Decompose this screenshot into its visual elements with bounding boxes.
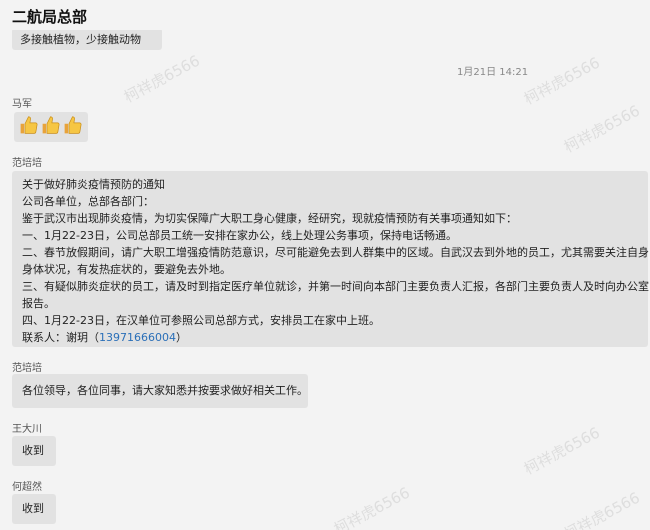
ack-message-2: 收到 (12, 494, 56, 524)
contact-phone-link[interactable]: 13971666004 (99, 331, 176, 344)
notice-line: 公司各单位，总部各部门： (22, 195, 154, 208)
sender-name-fanpeipei: 范培培 (12, 158, 42, 169)
chat-title: 二航局总部 (0, 0, 650, 30)
notice-line: 三、有疑似肺炎症状的员工，请及时到指定医疗单位就诊，并第一时间向本部门主要负责人… (22, 280, 649, 293)
watermark: 柯祥虎6566 (120, 51, 203, 107)
sender-name-hechaoran: 何超然 (12, 482, 42, 493)
thumbs-up-icon (64, 116, 82, 134)
watermark: 柯祥虎6566 (560, 488, 643, 530)
notice-line: 鉴于武汉市出现肺炎疫情，为切实保障广大职工身心健康，经研究，现就疫情预防有关事项… (22, 212, 517, 225)
notice-contact: 联系人：谢玥（13971666004） (22, 329, 648, 346)
message-timestamp: 1月21日 14:21 (457, 67, 529, 78)
contact-label: 联系人：谢玥（ (22, 331, 99, 344)
watermark: 柯祥虎6566 (560, 101, 643, 157)
notice-line: 身体状况，有发热症状的，要避免去外地。 (22, 263, 231, 276)
message-bubble-top: 多接触植物，少接触动物 (12, 28, 162, 50)
thumbs-up-icon (20, 116, 38, 134)
watermark: 柯祥虎6566 (330, 483, 413, 530)
sender-name-majun: 马军 (12, 99, 32, 110)
watermark: 柯祥虎6566 (520, 53, 603, 109)
notice-line: 二、春节放假期间，请广大职工增强疫情防范意识，尽可能避免去到人群集中的区域。自武… (22, 246, 649, 259)
notice-line: 报告。 (22, 297, 55, 310)
thumbs-up-icon (42, 116, 60, 134)
notice-line: 四、1月22-23日，在汉单位可参照公司总部方式，安排员工在家中上班。 (22, 314, 380, 327)
thumbs-up-message (14, 112, 88, 142)
sender-name-fanpeipei-2: 范培培 (12, 363, 42, 374)
notice-line: 关于做好肺炎疫情预防的通知 (22, 178, 165, 191)
ack-message-1: 收到 (12, 436, 56, 466)
sender-name-wangdachuan: 王大川 (12, 424, 42, 435)
notice-line: 一、1月22-23日，公司总部员工统一安排在家办公，线上处理公务事项，保持电话畅… (22, 229, 457, 242)
contact-suffix: ） (175, 331, 187, 344)
reply-message: 各位领导，各位同事，请大家知悉并按要求做好相关工作。 (12, 374, 308, 408)
notice-message: 关于做好肺炎疫情预防的通知 公司各单位，总部各部门： 鉴于武汉市出现肺炎疫情，为… (12, 171, 649, 347)
watermark: 柯祥虎6566 (520, 423, 603, 479)
